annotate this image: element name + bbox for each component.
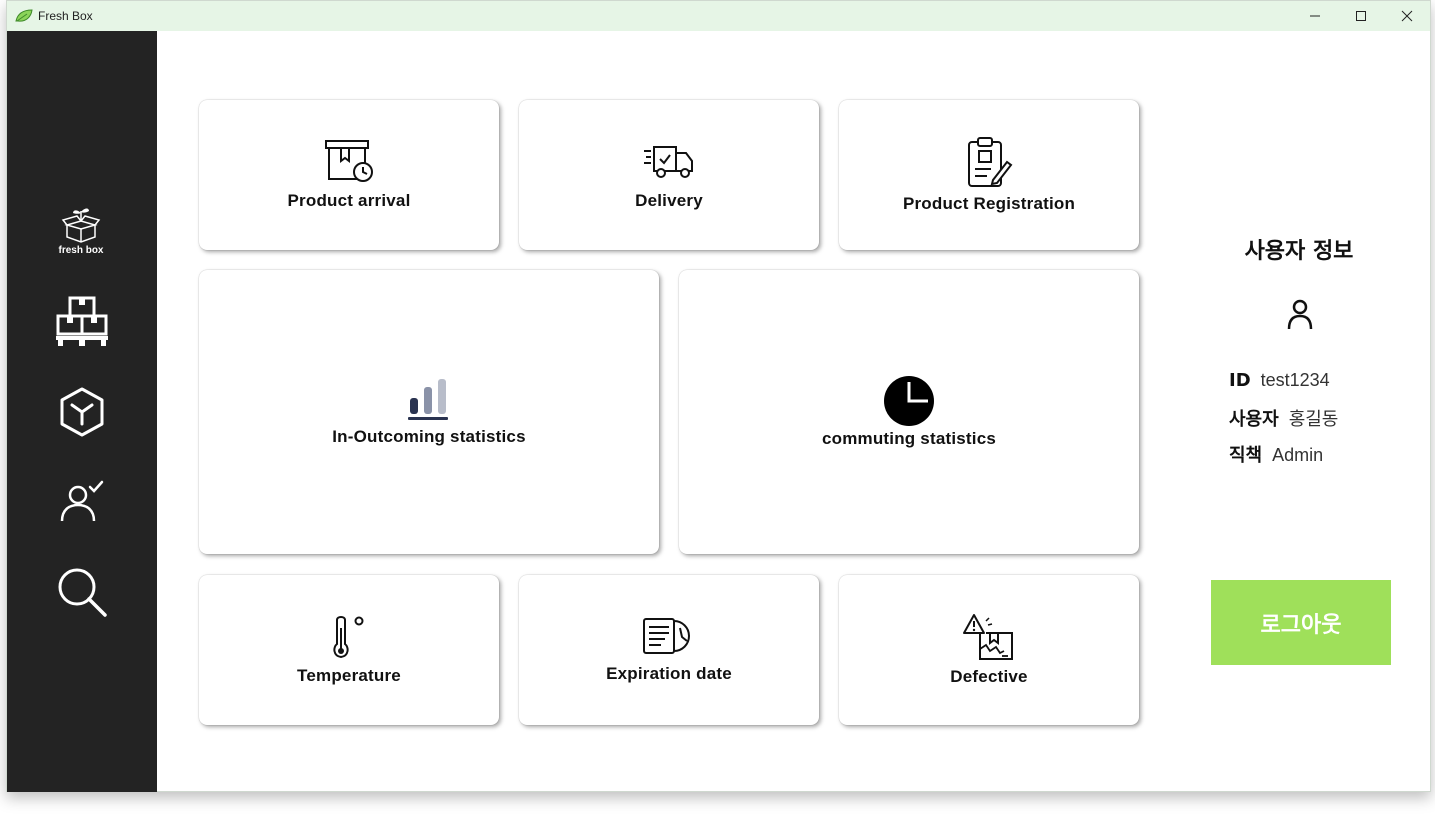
in-outcoming-statistics-card[interactable]: In-Outcoming statistics [199,270,659,554]
user-name-label: 사용자 [1229,409,1279,430]
box-clock-icon [325,140,373,182]
user-info-panel: 사용자 정보 ID test1234 사용자 홍길동 직책 Admin 로그아웃 [1199,1,1429,791]
expiration-date-card[interactable]: Expiration date [519,575,819,725]
user-role-label: 직책 [1229,445,1263,466]
sidebar: fresh box [7,31,157,792]
delivery-label: Delivery [635,191,703,210]
user-id-label: ID [1229,370,1251,391]
defective-label: Defective [950,667,1028,686]
damaged-box-warning-icon [963,614,1013,660]
commuting-statistics-card[interactable]: commuting statistics [679,270,1139,554]
fresh-box-logo: fresh box [55,207,107,256]
defective-card[interactable]: Defective [839,575,1139,725]
sidebar-item-inventory[interactable] [55,295,109,349]
sidebar-item-attendance[interactable] [55,474,109,528]
expiration-date-label: Expiration date [606,664,732,683]
logout-button[interactable]: 로그아웃 [1211,580,1391,665]
search-icon [58,568,107,617]
user-avatar [1285,297,1315,335]
cube-icon [60,387,104,437]
sidebar-item-search[interactable] [55,565,109,619]
bar-chart-icon [408,379,448,420]
logo-text: fresh box [58,245,104,256]
product-registration-card[interactable]: Product Registration [839,100,1139,250]
in-outcoming-statistics-label: In-Outcoming statistics [332,427,526,446]
user-role-row: 직책 Admin [1229,441,1323,467]
temperature-card[interactable]: Temperature [199,575,499,725]
user-name-value: 홍길동 [1288,409,1339,429]
thermometer-icon [333,616,364,659]
user-name-row: 사용자 홍길동 [1229,405,1338,431]
app-window: Fresh Box fresh box Product arrival Deli… [6,0,1431,792]
open-box-sprout-icon [61,208,101,243]
product-arrival-label: Product arrival [287,191,411,210]
product-arrival-card[interactable]: Product arrival [199,100,499,250]
delivery-card[interactable]: Delivery [519,100,819,250]
leaf-icon [15,9,33,23]
delivery-truck-icon [644,146,693,178]
document-clock-icon [643,618,690,654]
sidebar-item-product[interactable] [55,385,109,439]
user-id-value: test1234 [1260,370,1330,390]
user-info-title: 사용자 정보 [1244,239,1354,264]
temperature-label: Temperature [297,666,401,685]
commuting-statistics-label: commuting statistics [821,429,997,448]
product-registration-label: Product Registration [902,194,1076,213]
window-title: Fresh Box [38,9,93,23]
user-check-icon [60,480,104,522]
pallet-boxes-icon [56,296,108,346]
clipboard-pen-icon [968,137,1013,187]
user-id-row: ID test1234 [1229,370,1330,391]
pie-chart-icon [884,376,934,426]
user-icon [1287,299,1313,330]
user-role-value: Admin [1272,445,1324,465]
